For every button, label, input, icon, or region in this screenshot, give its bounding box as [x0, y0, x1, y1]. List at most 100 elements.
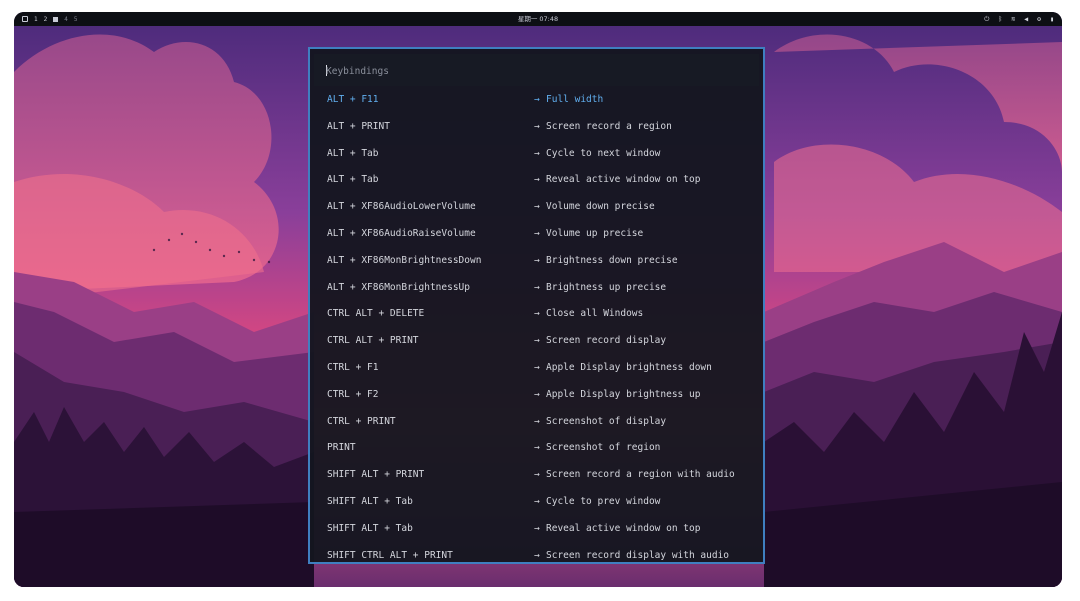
action-label: Screenshot of region [546, 442, 661, 454]
keybinding-action: → Reveal active window on top [534, 523, 700, 534]
volume-icon[interactable]: ◀ [1024, 12, 1028, 26]
workspace-5[interactable]: 5 [74, 16, 78, 23]
arrow-icon: → [534, 495, 540, 507]
action-label: Screen record a region [546, 120, 672, 132]
keybinding-keys: PRINT [327, 442, 356, 454]
keybinding-row[interactable]: SHIFT CTRL ALT + PRINT → Screen record dis… [310, 542, 763, 562]
keybinding-row[interactable]: CTRL + F2 → Apple Display brightness up [310, 381, 763, 408]
keybinding-action: → Full width [534, 94, 603, 105]
keybinding-row[interactable]: ALT + XF86MonBrightnessDown → Brightness d… [310, 247, 763, 274]
arrow-icon: → [534, 308, 540, 320]
power-icon[interactable]: ⏻ [984, 12, 989, 26]
keybinding-row[interactable]: ALT + F11 → Full width [310, 86, 763, 113]
battery-icon[interactable]: ▮ [1050, 12, 1054, 26]
keybinding-action: → Apple Display brightness down [534, 362, 712, 373]
system-tray: ⏻ ᛒ ≋ ◀ ⚙ ▮ [984, 12, 1054, 26]
arrow-icon: → [534, 94, 540, 105]
keybinding-action: → Cycle to next window [534, 148, 660, 159]
action-label: Cycle to prev window [546, 495, 661, 507]
keybinding-row[interactable]: ALT + Tab → Cycle to next window [310, 140, 763, 167]
search-bar [314, 54, 759, 86]
keybinding-action: → Apple Display brightness up [534, 389, 700, 400]
bluetooth-icon[interactable]: ᛒ [998, 12, 1002, 26]
keybinding-keys: SHIFT ALT + PRINT [327, 469, 425, 481]
keybinding-action: → Screen record display with audio [534, 550, 729, 561]
wifi-icon[interactable]: ≋ [1011, 12, 1015, 26]
arrow-icon: → [534, 415, 540, 427]
action-label: Screen record a region with audio [546, 469, 735, 481]
arrow-icon: → [534, 174, 540, 186]
keybinding-row[interactable]: ALT + XF86MonBrightnessUp → Brightness up … [310, 274, 763, 301]
action-label: Apple Display brightness up [546, 388, 701, 400]
keybinding-row[interactable]: CTRL ALT + PRINT → Screen record display [310, 327, 763, 354]
action-label: Volume up precise [546, 227, 644, 239]
active-workspace-indicator [53, 16, 59, 22]
keybinding-action: → Cycle to prev window [534, 496, 660, 507]
keybinding-keys: ALT + XF86MonBrightnessUp [327, 281, 470, 293]
arrow-icon: → [534, 120, 540, 132]
arrow-icon: → [534, 388, 540, 400]
action-label: Cycle to next window [546, 147, 661, 159]
action-label: Screen record display [546, 335, 667, 347]
keybinding-row[interactable]: ALT + Tab → Reveal active window on top [310, 166, 763, 193]
keybinding-row[interactable]: ALT + PRINT → Screen record a region [310, 113, 763, 140]
action-label: Screenshot of display [546, 415, 667, 427]
arrow-icon: → [534, 227, 540, 239]
keybinding-row[interactable]: CTRL + F1 → Apple Display brightness down [310, 354, 763, 381]
launcher-icon[interactable] [22, 16, 28, 22]
search-input[interactable] [326, 64, 746, 78]
desktop: 1 2 4 5 星期一 07:48 ⏻ ᛒ ≋ ◀ ⚙ ▮ ALT + F11 →… [14, 12, 1062, 587]
keybinding-keys: CTRL ALT + PRINT [327, 335, 419, 347]
keybinding-row[interactable]: PRINT → Screenshot of region [310, 434, 763, 461]
keybinding-action: → Brightness up precise [534, 282, 666, 293]
arrow-icon: → [534, 254, 540, 266]
keybinding-row[interactable]: ALT + XF86AudioLowerVolume → Volume down p… [310, 193, 763, 220]
keybinding-action: → Close all Windows [534, 308, 643, 319]
top-bar: 1 2 4 5 星期一 07:48 ⏻ ᛒ ≋ ◀ ⚙ ▮ [14, 12, 1062, 26]
keybinding-keys: CTRL + PRINT [327, 415, 396, 427]
action-label: Full width [546, 94, 604, 105]
keybinding-action: → Screen record a region with audio [534, 469, 735, 480]
keybinding-action: → Volume down precise [534, 201, 655, 212]
workspace-2[interactable]: 2 [44, 16, 48, 23]
clock: 星期一 07:48 [517, 15, 559, 23]
keybinding-row[interactable]: SHIFT ALT + Tab → Reveal active window on … [310, 515, 763, 542]
keybinding-list: ALT + F11 → Full width ALT + PRINT → Screen r… [310, 86, 763, 562]
action-label: Brightness down precise [546, 254, 678, 266]
keybinding-action: → Screen record a region [534, 121, 672, 132]
keybinding-row[interactable]: CTRL ALT + DELETE → Close all Windows [310, 300, 763, 327]
keybinding-row[interactable]: SHIFT ALT + Tab → Cycle to prev window [310, 488, 763, 515]
arrow-icon: → [534, 549, 540, 561]
action-label: Brightness up precise [546, 281, 667, 293]
keybinding-action: → Screenshot of region [534, 442, 660, 453]
arrow-icon: → [534, 469, 540, 481]
workspace-switcher: 1 2 4 5 [22, 12, 78, 26]
arrow-icon: → [534, 361, 540, 373]
action-label: Screen record display with audio [546, 549, 730, 561]
keybinding-keys: ALT + XF86AudioRaiseVolume [327, 227, 476, 239]
keybinding-action: → Screenshot of display [534, 416, 666, 427]
action-label: Reveal active window on top [546, 522, 701, 534]
keybinding-keys: CTRL ALT + DELETE [327, 308, 425, 320]
keybinding-row[interactable]: ALT + XF86AudioRaiseVolume → Volume up pre… [310, 220, 763, 247]
settings-icon[interactable]: ⚙ [1037, 12, 1041, 26]
workspace-4[interactable]: 4 [64, 16, 68, 23]
keybinding-keys: ALT + Tab [327, 147, 379, 159]
arrow-icon: → [534, 522, 540, 534]
arrow-icon: → [534, 201, 540, 213]
keybinding-row[interactable]: SHIFT ALT + PRINT → Screen record a region… [310, 461, 763, 488]
keybindings-menu: ALT + F11 → Full width ALT + PRINT → Screen r… [308, 47, 765, 564]
keybinding-action: → Brightness down precise [534, 255, 678, 266]
action-label: Close all Windows [546, 308, 644, 320]
keybinding-keys: ALT + F11 [327, 94, 379, 105]
keybinding-action: → Volume up precise [534, 228, 643, 239]
keybinding-keys: ALT + Tab [327, 174, 379, 186]
keybinding-keys: ALT + PRINT [327, 120, 390, 132]
action-label: Apple Display brightness down [546, 361, 712, 373]
keybinding-keys: SHIFT CTRL ALT + PRINT [327, 549, 453, 561]
arrow-icon: → [534, 147, 540, 159]
keybinding-row[interactable]: CTRL + PRINT → Screenshot of display [310, 408, 763, 435]
keybinding-keys: ALT + XF86AudioLowerVolume [327, 201, 476, 213]
workspace-1[interactable]: 1 [34, 16, 38, 23]
keybinding-action: → Reveal active window on top [534, 174, 700, 185]
